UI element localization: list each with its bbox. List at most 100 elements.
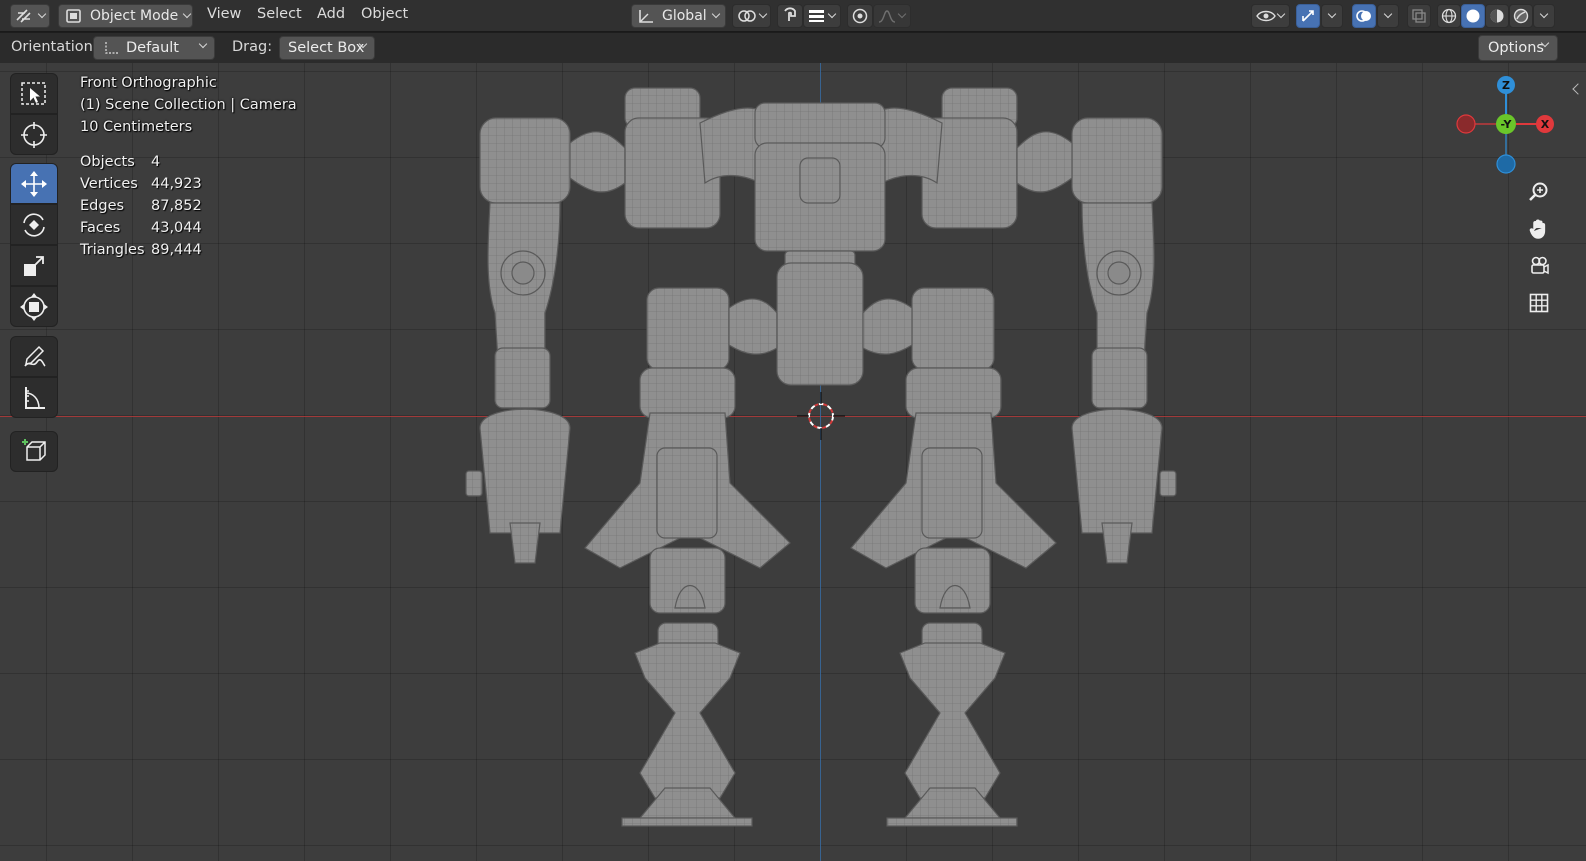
hand-icon <box>1529 219 1546 239</box>
tool-settings-bar: Orientation: Default Drag: Select Box <box>0 33 1586 63</box>
stat-vertices-value: 44,923 <box>151 176 202 192</box>
select-box-icon <box>21 81 46 105</box>
scale-icon <box>24 255 44 276</box>
tool-annotate[interactable] <box>10 336 58 377</box>
robot-model <box>465 87 1177 827</box>
transform-orientation-label: Global <box>662 8 707 24</box>
zoom-button[interactable] <box>1523 176 1555 208</box>
editor-type-icon <box>16 9 31 23</box>
overlays-dropdown[interactable] <box>1377 4 1399 28</box>
orientation-select[interactable]: Default <box>93 36 215 60</box>
shading-material-button[interactable] <box>1485 4 1509 28</box>
shading-rendered-button[interactable] <box>1509 4 1533 28</box>
viewport-header: Object Mode View Select Add Object Globa… <box>0 0 1586 32</box>
tool-select-box[interactable] <box>10 73 58 114</box>
grid-scale: 10 Centimeters <box>80 119 193 135</box>
cursor-icon <box>21 121 47 148</box>
orientation-value: Default <box>126 40 179 56</box>
rotate-icon <box>23 212 45 237</box>
gizmo-toggle[interactable] <box>1296 4 1320 28</box>
tool-transform[interactable] <box>10 286 58 327</box>
gizmo-y-label: -Y <box>1501 118 1513 131</box>
gizmo-z-label: Z <box>1502 79 1510 92</box>
proportional-edit-icon <box>852 8 868 24</box>
transform-orientation-select[interactable]: Global <box>631 4 726 28</box>
3d-viewport[interactable]: Front Orthographic (1) Scene Collection … <box>0 63 1586 861</box>
view-name: Front Orthographic <box>80 75 217 91</box>
stat-edges-value: 87,852 <box>151 198 202 214</box>
perspective-toggle-button[interactable] <box>1523 287 1555 319</box>
tool-cursor[interactable] <box>10 114 58 155</box>
menu-object[interactable]: Object <box>361 6 408 22</box>
orientation-axes-icon <box>639 10 653 23</box>
stat-faces-label: Faces <box>80 220 121 236</box>
object-mode-icon <box>66 9 81 23</box>
stat-objects-value: 4 <box>151 154 161 170</box>
shading-wireframe-button[interactable] <box>1437 4 1461 28</box>
orientation-default-icon <box>105 42 118 54</box>
proportional-falloff-select[interactable] <box>873 4 911 28</box>
xray-icon <box>1412 9 1426 23</box>
snap-toggle[interactable] <box>777 4 803 28</box>
material-sphere-icon <box>1490 9 1504 23</box>
mode-label: Object Mode <box>90 8 179 24</box>
gizmo-arrows-icon <box>1302 10 1314 22</box>
tool-rotate[interactable] <box>10 204 58 245</box>
snap-increment-icon <box>809 10 824 22</box>
overlays-icon <box>1356 10 1371 22</box>
options-button[interactable]: Options <box>1478 35 1558 61</box>
stat-edges-label: Edges <box>80 198 125 214</box>
overlays-toggle[interactable] <box>1352 4 1376 28</box>
collection-info: (1) Scene Collection | Camera <box>80 97 297 113</box>
mode-selector[interactable]: Object Mode <box>58 4 193 28</box>
menu-add[interactable]: Add <box>317 6 345 22</box>
menu-select[interactable]: Select <box>257 6 302 22</box>
editor-type-button[interactable] <box>10 4 50 28</box>
move-icon <box>21 170 47 197</box>
shading-solid-button[interactable] <box>1461 4 1485 28</box>
pivot-icon <box>738 10 756 22</box>
magnet-icon <box>784 7 796 21</box>
gizmo-neg-z-axis[interactable] <box>1496 154 1516 174</box>
camera-view-button[interactable] <box>1523 250 1555 282</box>
measure-icon <box>25 386 45 409</box>
proportional-edit-toggle[interactable] <box>847 4 873 28</box>
navigation-gizmo[interactable]: Z X -Y <box>1450 73 1560 183</box>
3d-cursor <box>797 392 845 440</box>
pivot-point-select[interactable] <box>732 4 771 28</box>
pan-button[interactable] <box>1523 213 1555 245</box>
stat-objects-label: Objects <box>80 154 135 170</box>
tool-add-cube[interactable] <box>10 431 58 472</box>
stat-triangles-value: 89,444 <box>151 242 202 258</box>
zoom-icon <box>1529 182 1548 201</box>
stat-triangles-label: Triangles <box>80 242 145 258</box>
snap-target-select[interactable] <box>803 4 841 28</box>
gizmo-dropdown[interactable] <box>1321 4 1343 28</box>
visibility-select[interactable] <box>1251 4 1290 28</box>
solid-sphere-icon <box>1466 9 1480 23</box>
xray-toggle[interactable] <box>1407 4 1431 28</box>
drag-select[interactable]: Select Box <box>279 36 375 60</box>
menu-view[interactable]: View <box>207 6 241 22</box>
tool-move[interactable] <box>10 163 58 204</box>
add-cube-icon <box>22 438 46 461</box>
orientation-label: Orientation: <box>11 39 98 55</box>
wireframe-sphere-icon <box>1441 8 1457 24</box>
transform-icon <box>20 292 48 321</box>
annotate-icon <box>24 345 46 367</box>
falloff-curve-icon <box>878 10 896 23</box>
drag-label: Drag: <box>232 39 273 55</box>
tool-measure[interactable] <box>10 377 58 418</box>
eye-cursor-icon <box>1256 10 1276 22</box>
stat-vertices-label: Vertices <box>80 176 138 192</box>
gizmo-x-label: X <box>1541 118 1550 131</box>
grid-icon <box>1529 293 1549 313</box>
tool-scale[interactable] <box>10 245 58 286</box>
rendered-sphere-icon <box>1513 8 1529 24</box>
drag-value: Select Box <box>288 40 365 56</box>
camera-icon <box>1531 256 1549 275</box>
stat-faces-value: 43,044 <box>151 220 202 236</box>
gizmo-neg-x-axis[interactable] <box>1456 114 1476 134</box>
shading-dropdown[interactable] <box>1533 4 1555 28</box>
options-label: Options <box>1488 40 1544 56</box>
